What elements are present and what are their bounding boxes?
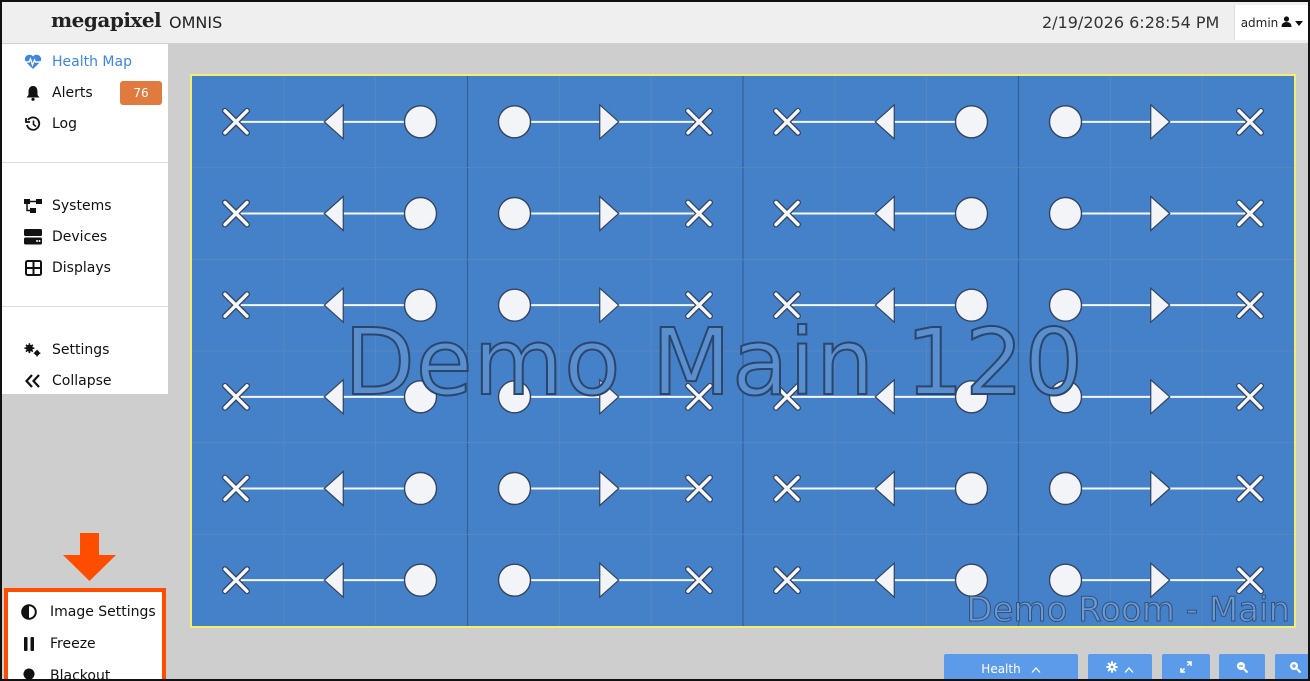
display-health-map[interactable]: Demo Main 120 Demo Room - Main [190, 74, 1296, 631]
direction-arrow [1150, 378, 1171, 416]
sidebar-item-systems[interactable]: Systems [24, 194, 112, 218]
alert-count-badge: 76 [120, 81, 162, 105]
origin-circle [403, 196, 438, 231]
direction-arrow [323, 561, 344, 599]
history-icon [24, 115, 42, 133]
origin-circle [954, 196, 989, 231]
direction-arrow [599, 561, 620, 599]
display-name-overlay: Demo Main 120 [343, 308, 1085, 417]
image-settings-label: Image Settings [50, 604, 156, 620]
view-settings-button[interactable] [1088, 654, 1152, 679]
direction-arrow [1150, 103, 1171, 141]
direction-arrow [599, 470, 620, 507]
room-name-overlay: Demo Room - Main [966, 590, 1291, 631]
clock: 2/19/2026 6:28:54 PM [1042, 13, 1220, 32]
blackout-label: Blackout [50, 668, 111, 681]
app-name: OMNIS [169, 13, 223, 32]
direction-arrow [323, 103, 344, 141]
heart-pulse-icon [24, 53, 42, 71]
freeze-button[interactable]: Freeze [20, 632, 96, 656]
sidebar: Health Map Alerts 76 Log Systems Devices… [2, 44, 168, 394]
zoom-in-button[interactable] [1275, 654, 1308, 679]
direction-arrow [599, 195, 620, 232]
display-controls-panel: Image Settings Freeze Blackout [4, 588, 166, 681]
bell-icon [24, 84, 42, 102]
origin-circle [497, 105, 532, 139]
sidebar-item-displays[interactable]: Displays [24, 256, 111, 280]
top-bar: megapixel OMNIS 2/19/2026 6:28:54 PM adm… [2, 2, 1308, 44]
sidebar-item-label: Displays [52, 260, 111, 276]
sidebar-item-label: Log [52, 116, 78, 132]
direction-arrow [323, 286, 344, 324]
grid-icon [24, 259, 42, 277]
direction-arrow [599, 103, 620, 141]
lightbulb-icon [20, 667, 38, 679]
sidebar-item-log[interactable]: Log [24, 112, 77, 136]
origin-circle [403, 471, 438, 506]
direction-arrow [874, 561, 895, 599]
direction-arrow [874, 195, 895, 232]
user-menu-button[interactable]: admin [1234, 5, 1308, 40]
direction-arrow [1150, 286, 1171, 324]
origin-circle [1048, 471, 1083, 506]
health-view-label: Health [981, 661, 1021, 676]
sidebar-item-label: Settings [52, 342, 110, 358]
chevron-up-icon [1031, 662, 1041, 676]
user-name: admin [1240, 15, 1279, 30]
freeze-label: Freeze [50, 636, 96, 652]
origin-circle [403, 563, 438, 597]
sidebar-item-devices[interactable]: Devices [24, 225, 107, 249]
gear-icon [1106, 661, 1118, 676]
direction-arrow [323, 378, 344, 416]
direction-arrow [1150, 470, 1171, 507]
origin-circle [497, 196, 532, 231]
fullscreen-button[interactable] [1162, 654, 1210, 679]
annotation-arrow-icon [63, 533, 116, 581]
zoom-out-icon [1236, 661, 1249, 676]
blackout-button[interactable]: Blackout [20, 664, 111, 681]
sidebar-item-alerts[interactable]: Alerts [24, 81, 93, 105]
pause-icon [20, 635, 38, 653]
sidebar-divider [2, 162, 168, 163]
origin-circle [1048, 196, 1083, 231]
chevron-up-icon [1124, 662, 1134, 676]
sidebar-item-health-map[interactable]: Health Map [24, 50, 132, 74]
direction-arrow [323, 195, 344, 232]
health-view-dropdown[interactable]: Health [944, 654, 1078, 679]
contrast-icon [20, 603, 38, 621]
origin-circle [1048, 105, 1083, 139]
direction-arrow [874, 103, 895, 141]
origin-circle [954, 471, 989, 506]
expand-icon [1180, 661, 1192, 676]
sidebar-item-settings[interactable]: Settings [24, 338, 109, 362]
origin-circle [497, 563, 532, 597]
origin-circle [497, 471, 532, 506]
sidebar-item-label: Devices [52, 229, 108, 245]
user-icon [1281, 15, 1292, 30]
origin-circle [954, 105, 989, 139]
zoom-in-icon [1289, 661, 1302, 676]
app-window: megapixel OMNIS 2/19/2026 6:28:54 PM adm… [0, 0, 1310, 681]
server-icon [24, 228, 42, 246]
sidebar-item-label: Systems [52, 198, 112, 214]
brand-logo[interactable]: megapixel [51, 8, 162, 32]
direction-arrow [874, 470, 895, 507]
gears-icon [24, 341, 42, 359]
zoom-out-button[interactable] [1219, 654, 1265, 679]
caret-down-icon [1295, 16, 1304, 30]
sidebar-item-label: Collapse [52, 373, 112, 389]
origin-circle [403, 105, 438, 139]
sidebar-divider [2, 306, 168, 307]
image-settings-button[interactable]: Image Settings [20, 600, 156, 624]
network-icon [24, 197, 42, 215]
sidebar-item-collapse[interactable]: Collapse [24, 369, 112, 393]
sidebar-item-label: Health Map [52, 54, 132, 70]
direction-arrow [323, 470, 344, 507]
double-chevron-left-icon [24, 372, 42, 390]
sidebar-item-label: Alerts [52, 85, 93, 101]
direction-arrow [1150, 195, 1171, 232]
